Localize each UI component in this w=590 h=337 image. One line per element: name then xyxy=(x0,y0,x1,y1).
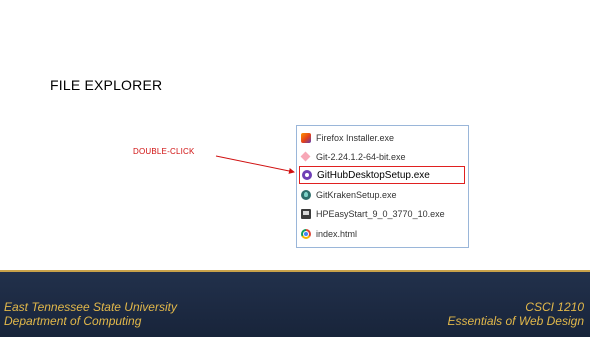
file-name: index.html xyxy=(316,228,358,239)
file-item-index-html[interactable]: index.html xyxy=(301,226,465,241)
hp-installer-icon xyxy=(301,208,311,219)
file-name: Git-2.24.1.2-64-bit.exe xyxy=(316,151,406,162)
file-name: HPEasyStart_9_0_3770_10.exe xyxy=(316,208,445,219)
git-icon xyxy=(301,152,311,162)
gitkraken-icon xyxy=(301,189,311,200)
slide: FILE EXPLORER DOUBLE-CLICK Firefox Insta… xyxy=(0,0,590,337)
file-item-firefox-installer[interactable]: Firefox Installer.exe xyxy=(301,130,465,145)
footer-divider xyxy=(0,270,590,272)
file-item-hp-easystart[interactable]: HPEasyStart_9_0_3770_10.exe xyxy=(301,206,465,221)
slide-footer: East Tennessee State University Departme… xyxy=(0,270,590,337)
chrome-icon xyxy=(301,228,311,239)
file-name: GitKrakenSetup.exe xyxy=(316,189,397,200)
university-name: East Tennessee State University xyxy=(4,300,177,314)
file-item-git-installer[interactable]: Git-2.24.1.2-64-bit.exe xyxy=(301,149,465,164)
double-click-callout: DOUBLE-CLICK xyxy=(133,147,195,156)
file-name: Firefox Installer.exe xyxy=(316,132,395,143)
file-item-gitkraken-setup[interactable]: GitKrakenSetup.exe xyxy=(301,187,465,202)
course-name: Essentials of Web Design xyxy=(447,314,584,328)
course-code: CSCI 1210 xyxy=(525,300,584,314)
footer-course: CSCI 1210 Essentials of Web Design xyxy=(447,300,584,328)
file-name: GitHubDesktopSetup.exe xyxy=(317,169,430,181)
footer-institution: East Tennessee State University Departme… xyxy=(4,300,177,328)
slide-title: FILE EXPLORER xyxy=(50,77,163,93)
file-item-github-desktop-setup[interactable]: GitHubDesktopSetup.exe xyxy=(299,166,465,184)
department-name: Department of Computing xyxy=(4,314,142,328)
github-desktop-icon xyxy=(302,170,312,180)
file-explorer-list: Firefox Installer.exe Git-2.24.1.2-64-bi… xyxy=(296,125,469,248)
firefox-icon xyxy=(301,132,311,143)
